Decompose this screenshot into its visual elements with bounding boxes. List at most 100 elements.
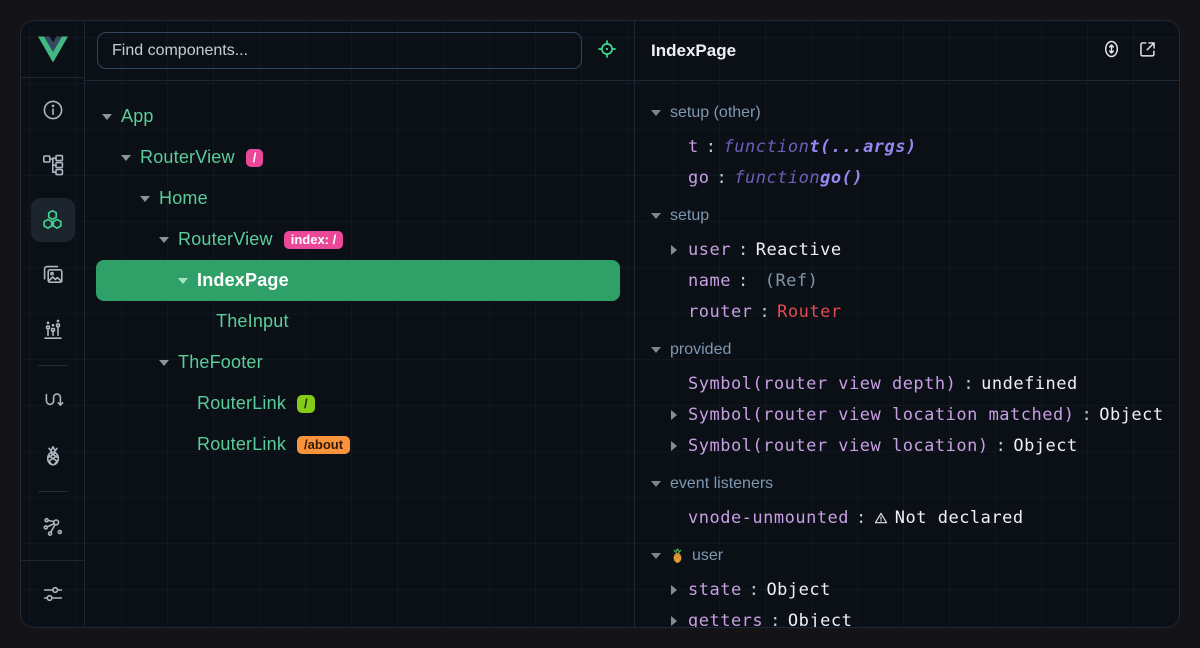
section-header-setup[interactable]: setup (651, 198, 1179, 234)
expand-value-icon[interactable] (671, 616, 688, 626)
tree-node-label: TheFooter (178, 352, 263, 373)
scroll-to-component-button[interactable] (1097, 37, 1125, 65)
state-row-symbol-router-view-depth-[interactable]: Symbol(router view depth):undefined (651, 368, 1179, 399)
open-in-editor-button[interactable] (1133, 37, 1161, 65)
vue-logo (21, 21, 84, 78)
state-key: go (688, 168, 709, 188)
state-row-getters[interactable]: getters:Object (651, 605, 1179, 627)
tree-node-thefooter[interactable]: TheFooter (96, 342, 620, 383)
state-key: user (688, 240, 731, 260)
tree-node-routerview[interactable]: RouterView / (96, 137, 620, 178)
sidebar-nav (21, 78, 84, 560)
component-tree-panel: App RouterView / HomeRouterViewindex: /Inde… (85, 21, 635, 627)
tree-node-indexpage[interactable]: IndexPage (96, 260, 620, 301)
router-icon (41, 389, 65, 413)
state-row-t[interactable]: t:function t(...args) (651, 131, 1179, 162)
state-row-name[interactable]: name:(Ref) (651, 265, 1179, 296)
tree-node-home[interactable]: Home (96, 178, 620, 219)
expand-toggle-icon[interactable] (121, 155, 140, 161)
expand-value-icon[interactable] (671, 585, 688, 595)
section-header-setup-other-[interactable]: setup (other) (651, 95, 1179, 131)
key-value-separator: : (1074, 405, 1099, 425)
state-value: function (734, 168, 820, 188)
key-value-separator: : (709, 168, 734, 188)
state-value: Object (1013, 436, 1077, 456)
collapse-icon (651, 110, 661, 116)
expand-toggle-icon[interactable] (159, 237, 178, 243)
outer-frame: AppRouterView/HomeRouterViewindex: /Inde… (0, 0, 1200, 648)
state-value: function (724, 137, 810, 157)
route-badge: / (297, 395, 315, 413)
collapse-icon (651, 481, 661, 487)
pinia-icon (41, 444, 65, 468)
state-row-symbol-router-view-location-[interactable]: Symbol(router view location):Object (651, 430, 1179, 461)
tree-node-label: RouterView (140, 147, 235, 168)
tree-node-label: App (121, 106, 154, 127)
state-section: providedSymbol(router view depth):undefi… (651, 332, 1179, 461)
sidebar-item-timeline[interactable] (31, 308, 75, 352)
state-section: event listenersvnode-unmounted:Not decla… (651, 466, 1179, 533)
state-section: setupuser:Reactivename:(Ref)router:Route… (651, 198, 1179, 327)
sidebar-item-outline[interactable] (31, 143, 75, 187)
sidebar-item-info[interactable] (31, 88, 75, 132)
section-header-provided[interactable]: provided (651, 332, 1179, 368)
expand-value-icon[interactable] (671, 245, 688, 255)
state-row-state[interactable]: state:Object (651, 574, 1179, 605)
timeline-icon (41, 318, 65, 342)
state-row-vnode-unmounted[interactable]: vnode-unmounted:Not declared (651, 502, 1179, 533)
tree-node-routerview[interactable]: RouterViewindex: / (96, 219, 620, 260)
state-key: getters (688, 611, 763, 628)
section-header-event-listeners[interactable]: event listeners (651, 466, 1179, 502)
sidebar-item-settings[interactable] (31, 572, 75, 616)
assets-icon (41, 263, 65, 287)
component-tree-icon (41, 153, 65, 177)
expand-toggle-icon[interactable] (140, 196, 159, 202)
expand-toggle-icon[interactable] (102, 114, 121, 120)
tree-node-routerlink[interactable]: RouterLink/about (96, 424, 620, 465)
component-state-panel: IndexPage (635, 21, 1179, 627)
activity-sidebar (21, 21, 85, 627)
route-badge: index: / (284, 231, 344, 249)
section-title: setup (other) (670, 104, 761, 122)
key-value-separator: : (731, 271, 756, 291)
sidebar-item-assets[interactable] (31, 253, 75, 297)
state-row-symbol-router-view-location-matched-[interactable]: Symbol(router view location matched):Obj… (651, 399, 1179, 430)
state-value: Not declared (895, 508, 1024, 528)
tree-node-app[interactable]: App (96, 96, 620, 137)
key-value-separator: : (752, 302, 777, 322)
info-icon (41, 98, 65, 122)
key-value-separator: : (742, 580, 767, 600)
expand-toggle-icon[interactable] (178, 278, 197, 284)
state-key: vnode-unmounted (688, 508, 849, 528)
state-value: undefined (981, 374, 1078, 394)
state-key: router (688, 302, 752, 322)
search-input[interactable] (97, 32, 582, 69)
state-value: t(...args) (809, 137, 916, 157)
sidebar-divider (38, 491, 68, 492)
state-row-go[interactable]: go:function go() (651, 162, 1179, 193)
tree-node-label: RouterLink (197, 434, 286, 455)
state-value: go() (820, 168, 863, 188)
route-badge: / (246, 149, 264, 167)
expand-value-icon[interactable] (671, 441, 688, 451)
state-header: IndexPage (635, 21, 1179, 81)
state-row-router[interactable]: router:Router (651, 296, 1179, 327)
select-component-in-page-button[interactable] (592, 36, 622, 66)
key-value-separator: : (989, 436, 1014, 456)
section-header-user[interactable]: user (651, 538, 1179, 574)
key-value-separator: : (956, 374, 981, 394)
state-section: setup (other)t:function t(...args)go:fun… (651, 95, 1179, 193)
tree-node-label: RouterLink (197, 393, 286, 414)
state-row-user[interactable]: user:Reactive (651, 234, 1179, 265)
expand-toggle-icon[interactable] (159, 360, 178, 366)
expand-value-icon[interactable] (671, 410, 688, 420)
state-key: t (688, 137, 699, 157)
tree-node-routerlink[interactable]: RouterLink / (96, 383, 620, 424)
tree-node-theinput[interactable]: TheInput (96, 301, 620, 342)
sidebar-item-pinia[interactable] (31, 434, 75, 478)
sidebar-item-graph[interactable] (31, 505, 75, 549)
sidebar-item-components[interactable] (31, 198, 75, 242)
route-badge: /about (297, 436, 350, 454)
sidebar-divider (38, 365, 68, 366)
sidebar-item-router[interactable] (31, 379, 75, 423)
